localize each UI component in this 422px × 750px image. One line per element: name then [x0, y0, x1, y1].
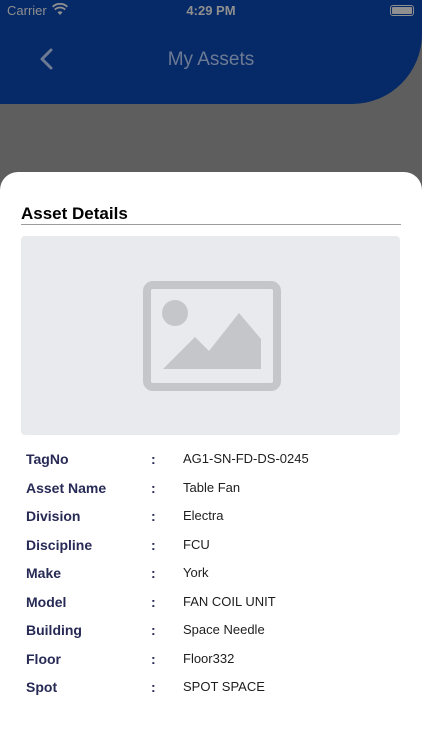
detail-row-model: Model : FAN COIL UNIT	[0, 587, 422, 615]
detail-separator: :	[151, 593, 156, 610]
detail-row-spot: Spot : SPOT SPACE	[0, 672, 422, 700]
detail-row-division: Division : Electra	[0, 501, 422, 529]
detail-separator: :	[151, 650, 156, 667]
detail-separator: :	[151, 479, 156, 496]
detail-value: Table Fan	[183, 479, 241, 495]
detail-value: FAN COIL UNIT	[183, 593, 276, 609]
detail-label: TagNo	[26, 451, 69, 467]
detail-value: Electra	[183, 508, 224, 523]
title-divider	[21, 224, 401, 225]
detail-separator: :	[151, 622, 156, 638]
detail-label: Floor	[26, 650, 61, 667]
page-title: My Assets	[167, 49, 255, 70]
image-placeholder-icon	[143, 281, 281, 391]
detail-label: Make	[26, 565, 62, 581]
clock: 4:29 PM	[186, 3, 236, 18]
detail-separator: :	[151, 565, 156, 581]
detail-label: Building	[26, 622, 82, 638]
detail-separator: :	[151, 536, 156, 553]
detail-value: FCU	[183, 536, 210, 552]
detail-label: Spot	[26, 679, 58, 695]
detail-row-building: Building : Space Needle	[0, 615, 422, 643]
detail-label: Model	[26, 593, 67, 610]
detail-separator: :	[151, 508, 156, 524]
detail-row-make: Make : York	[0, 558, 422, 586]
asset-image[interactable]	[21, 236, 400, 435]
detail-row-tagno: TagNo : AG1-SN-FD-DS-0245	[0, 444, 422, 472]
detail-value: York	[183, 565, 209, 580]
detail-value: AG1-SN-FD-DS-0245	[183, 451, 309, 466]
battery-icon	[390, 5, 414, 16]
detail-value: SPOT SPACE	[183, 679, 265, 694]
detail-value: Space Needle	[183, 622, 265, 637]
asset-details-sheet: Asset Details TagNo : AG1-SN-FD-DS-0245 …	[0, 172, 422, 750]
detail-separator: :	[151, 451, 156, 467]
detail-label: Asset Name	[26, 479, 107, 496]
detail-row-discipline: Discipline : FCU	[0, 530, 422, 558]
status-bar: Carrier 4:29 PM	[0, 0, 422, 24]
detail-row-asset-name: Asset Name : Table Fan	[0, 473, 422, 501]
detail-value: Floor332	[183, 650, 235, 666]
detail-row-floor: Floor : Floor332	[0, 644, 422, 672]
detail-label: Division	[26, 508, 81, 524]
sheet-title: Asset Details	[21, 204, 128, 223]
detail-separator: :	[151, 679, 156, 695]
detail-label: Discipline	[26, 536, 93, 553]
